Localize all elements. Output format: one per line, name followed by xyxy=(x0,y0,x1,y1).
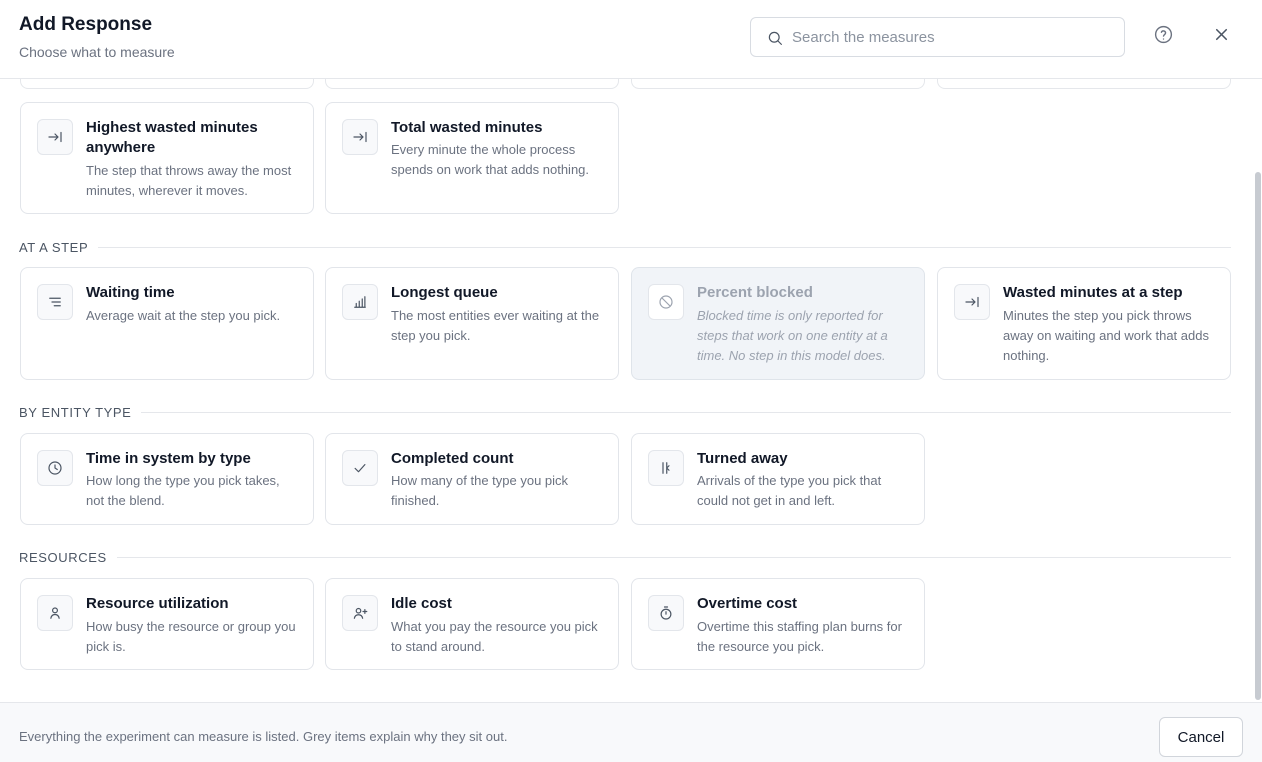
clock-icon xyxy=(37,450,73,486)
lines-icon xyxy=(37,284,73,320)
card-completed-count[interactable]: Completed count How many of the type you… xyxy=(325,433,619,525)
card-title: Idle cost xyxy=(391,595,452,612)
card-title: Time in system by type xyxy=(86,450,251,467)
section-divider xyxy=(116,556,1231,558)
help-icon xyxy=(1153,24,1174,50)
card-title: Wasted minutes at a step xyxy=(1003,284,1183,301)
dialog-title: Add Response xyxy=(19,14,153,35)
arrow-right-to-line-icon xyxy=(342,119,378,155)
card-description: Arrivals of the type you pick that could… xyxy=(697,473,882,508)
card-highest-wasted-minutes-anywhere[interactable]: Highest wasted minutes anywhere The step… xyxy=(20,102,314,214)
section-header-resources: RESOURCES xyxy=(19,547,1231,567)
card-waiting-time[interactable]: Waiting time Average wait at the step yo… xyxy=(20,267,314,380)
card-resource-utilization[interactable]: Resource utilization How busy the resour… xyxy=(20,578,314,670)
dialog-subtitle: Choose what to measure xyxy=(19,44,175,60)
card-description: Blocked time is only reported for steps … xyxy=(697,308,888,363)
card-description: Every minute the whole process spends on… xyxy=(391,142,590,177)
ban-icon xyxy=(648,284,684,320)
section-label: BY ENTITY TYPE xyxy=(19,404,132,420)
bar-chart-icon xyxy=(342,284,378,320)
add-response-dialog: Add Response Choose what to measure Sear… xyxy=(0,0,1262,762)
card-description: The most entities ever waiting at the st… xyxy=(391,308,600,343)
card-title: Resource utilization xyxy=(86,595,229,612)
card-partial[interactable] xyxy=(631,79,925,89)
section-label: RESOURCES xyxy=(19,549,107,565)
cancel-button[interactable]: Cancel xyxy=(1159,717,1243,757)
card-description: How long the type you pick takes, not th… xyxy=(86,473,280,508)
card-title: Turned away xyxy=(697,450,788,467)
card-description: Average wait at the step you pick. xyxy=(86,308,281,323)
card-partial[interactable] xyxy=(20,79,314,89)
card-description: Minutes the step you pick throws away on… xyxy=(1003,308,1209,363)
card-description: The step that throws away the most minut… xyxy=(86,163,292,198)
card-title: Highest wasted minutes anywhere xyxy=(86,119,258,156)
card-overtime-cost[interactable]: Overtime cost Overtime this staffing pla… xyxy=(631,578,925,670)
close-icon xyxy=(1212,25,1231,49)
close-button[interactable] xyxy=(1209,25,1233,49)
help-button[interactable] xyxy=(1151,25,1175,49)
arrow-right-to-line-icon xyxy=(954,284,990,320)
section-label: AT A STEP xyxy=(19,239,89,255)
user-plus-icon xyxy=(342,595,378,631)
section-header-by-entity-type: BY ENTITY TYPE xyxy=(19,402,1231,422)
section-header-at-a-step: AT A STEP xyxy=(19,237,1231,257)
search-icon xyxy=(766,29,784,47)
measures-list[interactable]: Highest wasted minutes anywhere The step… xyxy=(0,79,1262,702)
card-turned-away[interactable]: Turned away Arrivals of the type you pic… xyxy=(631,433,925,525)
card-wasted-minutes-at-a-step[interactable]: Wasted minutes at a step Minutes the ste… xyxy=(937,267,1231,380)
card-description: How many of the type you pick finished. xyxy=(391,473,569,508)
dialog-header: Add Response Choose what to measure xyxy=(0,0,1262,79)
card-partial[interactable] xyxy=(937,79,1231,89)
card-title: Completed count xyxy=(391,450,514,467)
card-description: Overtime this staffing plan burns for th… xyxy=(697,619,902,654)
section-divider xyxy=(98,246,1231,248)
card-title: Total wasted minutes xyxy=(391,119,543,136)
search-input[interactable] xyxy=(792,18,1112,56)
check-icon xyxy=(342,450,378,486)
card-total-wasted-minutes[interactable]: Total wasted minutes Every minute the wh… xyxy=(325,102,619,214)
dialog-footer: Everything the experiment can measure is… xyxy=(0,702,1262,762)
section-divider xyxy=(141,411,1231,413)
card-title: Overtime cost xyxy=(697,595,798,612)
turned-away-icon xyxy=(648,450,684,486)
card-title: Longest queue xyxy=(391,284,498,301)
scrollbar[interactable] xyxy=(1255,172,1261,700)
card-percent-blocked: Percent blocked Blocked time is only rep… xyxy=(631,267,925,380)
card-idle-cost[interactable]: Idle cost What you pay the resource you … xyxy=(325,578,619,670)
card-time-in-system-by-type[interactable]: Time in system by type How long the type… xyxy=(20,433,314,525)
card-longest-queue[interactable]: Longest queue The most entities ever wai… xyxy=(325,267,619,380)
arrow-right-to-line-icon xyxy=(37,119,73,155)
card-description: What you pay the resource you pick to st… xyxy=(391,619,598,654)
card-partial[interactable] xyxy=(325,79,619,89)
timer-icon xyxy=(648,595,684,631)
card-description: How busy the resource or group you pick … xyxy=(86,619,296,654)
card-title: Percent blocked xyxy=(697,284,813,301)
footer-note: Everything the experiment can measure is… xyxy=(19,729,508,744)
card-title: Waiting time xyxy=(86,284,175,301)
user-icon xyxy=(37,595,73,631)
search-box[interactable] xyxy=(750,17,1125,57)
